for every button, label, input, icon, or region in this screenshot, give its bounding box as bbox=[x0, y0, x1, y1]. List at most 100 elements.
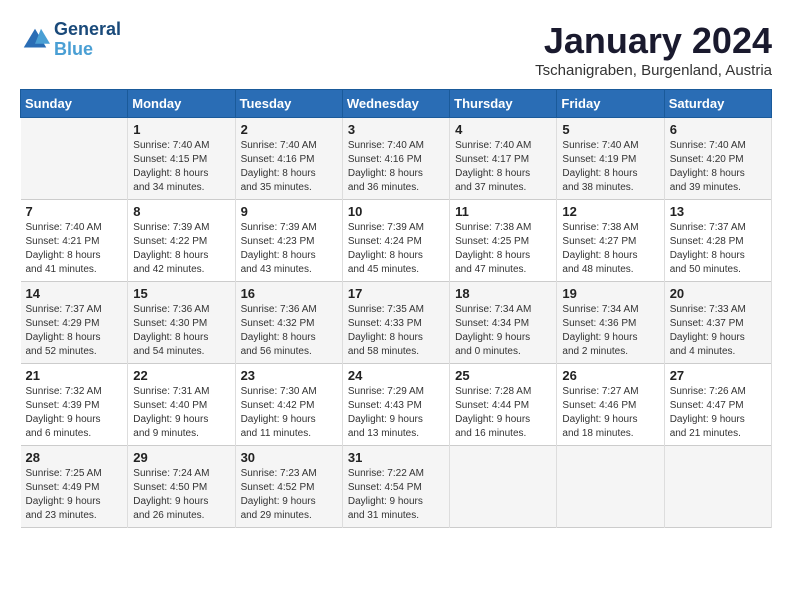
day-content: Sunrise: 7:39 AM Sunset: 4:23 PM Dayligh… bbox=[241, 221, 337, 277]
day-content: Sunrise: 7:36 AM Sunset: 4:30 PM Dayligh… bbox=[133, 303, 229, 359]
day-number: 20 bbox=[670, 286, 766, 301]
day-content: Sunrise: 7:39 AM Sunset: 4:22 PM Dayligh… bbox=[133, 221, 229, 277]
day-number: 29 bbox=[133, 450, 229, 465]
day-number: 2 bbox=[241, 122, 337, 137]
calendar-cell: 15 Sunrise: 7:36 AM Sunset: 4:30 PM Dayli… bbox=[128, 282, 235, 364]
calendar-cell: 12 Sunrise: 7:38 AM Sunset: 4:27 PM Dayli… bbox=[557, 200, 664, 282]
title-block: January 2024 Tschanigraben, Burgenland, … bbox=[535, 20, 772, 79]
calendar-cell: 17Sunrise: 7:35 AM Sunset: 4:33 PM Dayli… bbox=[342, 282, 449, 364]
calendar-cell: 31 Sunrise: 7:22 AM Sunset: 4:54 PM Dayli… bbox=[342, 446, 449, 528]
calendar-week-row-3: 14 Sunrise: 7:37 AM Sunset: 4:29 PM Dayli… bbox=[21, 282, 772, 364]
day-number: 25 bbox=[455, 368, 551, 383]
day-content: Sunrise: 7:27 AM Sunset: 4:46 PM Dayligh… bbox=[562, 385, 658, 441]
day-number: 6 bbox=[670, 122, 766, 137]
day-number: 14 bbox=[26, 286, 123, 301]
calendar-cell: 2 Sunrise: 7:40 AM Sunset: 4:16 PM Daylig… bbox=[235, 118, 342, 200]
weekday-header-saturday: Saturday bbox=[664, 90, 771, 118]
day-number: 16 bbox=[241, 286, 337, 301]
weekday-header-thursday: Thursday bbox=[450, 90, 557, 118]
calendar-cell: 4Sunrise: 7:40 AM Sunset: 4:17 PM Daylig… bbox=[450, 118, 557, 200]
calendar-week-row-5: 28 Sunrise: 7:25 AM Sunset: 4:49 PM Dayli… bbox=[21, 446, 772, 528]
day-content: Sunrise: 7:28 AM Sunset: 4:44 PM Dayligh… bbox=[455, 385, 551, 441]
location-subtitle: Tschanigraben, Burgenland, Austria bbox=[535, 62, 772, 79]
calendar-cell bbox=[664, 446, 771, 528]
calendar-cell: 8 Sunrise: 7:39 AM Sunset: 4:22 PM Daylig… bbox=[128, 200, 235, 282]
day-content: Sunrise: 7:39 AM Sunset: 4:24 PM Dayligh… bbox=[348, 221, 444, 277]
calendar-cell bbox=[450, 446, 557, 528]
calendar-cell: 13 Sunrise: 7:37 AM Sunset: 4:28 PM Dayli… bbox=[664, 200, 771, 282]
month-title: January 2024 bbox=[535, 20, 772, 62]
weekday-header-monday: Monday bbox=[128, 90, 235, 118]
calendar-header: SundayMondayTuesdayWednesdayThursdayFrid… bbox=[21, 90, 772, 118]
calendar-cell: 1Sunrise: 7:40 AM Sunset: 4:15 PM Daylig… bbox=[128, 118, 235, 200]
day-number: 22 bbox=[133, 368, 229, 383]
day-number: 9 bbox=[241, 204, 337, 219]
day-number: 13 bbox=[670, 204, 766, 219]
calendar-cell: 22 Sunrise: 7:31 AM Sunset: 4:40 PM Dayli… bbox=[128, 364, 235, 446]
calendar-cell: 23Sunrise: 7:30 AM Sunset: 4:42 PM Dayli… bbox=[235, 364, 342, 446]
calendar-cell: 19 Sunrise: 7:34 AM Sunset: 4:36 PM Dayli… bbox=[557, 282, 664, 364]
day-content: Sunrise: 7:40 AM Sunset: 4:20 PM Dayligh… bbox=[670, 139, 766, 195]
logo-text-blue: Blue bbox=[54, 40, 121, 60]
day-content: Sunrise: 7:37 AM Sunset: 4:29 PM Dayligh… bbox=[26, 303, 123, 359]
day-number: 5 bbox=[562, 122, 658, 137]
calendar-cell: 26Sunrise: 7:27 AM Sunset: 4:46 PM Dayli… bbox=[557, 364, 664, 446]
weekday-header-friday: Friday bbox=[557, 90, 664, 118]
day-number: 30 bbox=[241, 450, 337, 465]
calendar-cell: 16Sunrise: 7:36 AM Sunset: 4:32 PM Dayli… bbox=[235, 282, 342, 364]
day-content: Sunrise: 7:40 AM Sunset: 4:16 PM Dayligh… bbox=[241, 139, 337, 195]
calendar-cell: 6 Sunrise: 7:40 AM Sunset: 4:20 PM Daylig… bbox=[664, 118, 771, 200]
day-number: 24 bbox=[348, 368, 444, 383]
calendar-cell: 10 Sunrise: 7:39 AM Sunset: 4:24 PM Dayli… bbox=[342, 200, 449, 282]
calendar-cell: 25 Sunrise: 7:28 AM Sunset: 4:44 PM Dayli… bbox=[450, 364, 557, 446]
calendar-cell: 3 Sunrise: 7:40 AM Sunset: 4:16 PM Daylig… bbox=[342, 118, 449, 200]
calendar-cell: 20 Sunrise: 7:33 AM Sunset: 4:37 PM Dayli… bbox=[664, 282, 771, 364]
calendar-cell bbox=[557, 446, 664, 528]
calendar-cell: 24 Sunrise: 7:29 AM Sunset: 4:43 PM Dayli… bbox=[342, 364, 449, 446]
calendar-week-row-2: 7Sunrise: 7:40 AM Sunset: 4:21 PM Daylig… bbox=[21, 200, 772, 282]
day-content: Sunrise: 7:25 AM Sunset: 4:49 PM Dayligh… bbox=[26, 467, 123, 523]
day-content: Sunrise: 7:37 AM Sunset: 4:28 PM Dayligh… bbox=[670, 221, 766, 277]
calendar-cell: 30Sunrise: 7:23 AM Sunset: 4:52 PM Dayli… bbox=[235, 446, 342, 528]
day-content: Sunrise: 7:40 AM Sunset: 4:16 PM Dayligh… bbox=[348, 139, 444, 195]
calendar-cell: 27 Sunrise: 7:26 AM Sunset: 4:47 PM Dayli… bbox=[664, 364, 771, 446]
day-number: 19 bbox=[562, 286, 658, 301]
day-number: 1 bbox=[133, 122, 229, 137]
day-content: Sunrise: 7:31 AM Sunset: 4:40 PM Dayligh… bbox=[133, 385, 229, 441]
day-content: Sunrise: 7:40 AM Sunset: 4:19 PM Dayligh… bbox=[562, 139, 658, 195]
day-content: Sunrise: 7:35 AM Sunset: 4:33 PM Dayligh… bbox=[348, 303, 444, 359]
calendar-cell: 9 Sunrise: 7:39 AM Sunset: 4:23 PM Daylig… bbox=[235, 200, 342, 282]
day-number: 21 bbox=[26, 368, 123, 383]
day-content: Sunrise: 7:33 AM Sunset: 4:37 PM Dayligh… bbox=[670, 303, 766, 359]
day-content: Sunrise: 7:38 AM Sunset: 4:27 PM Dayligh… bbox=[562, 221, 658, 277]
calendar-body: 1Sunrise: 7:40 AM Sunset: 4:15 PM Daylig… bbox=[21, 118, 772, 528]
day-number: 7 bbox=[26, 204, 123, 219]
day-number: 27 bbox=[670, 368, 766, 383]
day-number: 31 bbox=[348, 450, 444, 465]
logo-text-general: General bbox=[54, 20, 121, 40]
weekday-header-row: SundayMondayTuesdayWednesdayThursdayFrid… bbox=[21, 90, 772, 118]
weekday-header-sunday: Sunday bbox=[21, 90, 128, 118]
logo: General Blue bbox=[20, 20, 121, 60]
day-content: Sunrise: 7:34 AM Sunset: 4:34 PM Dayligh… bbox=[455, 303, 551, 359]
day-content: Sunrise: 7:40 AM Sunset: 4:17 PM Dayligh… bbox=[455, 139, 551, 195]
day-number: 12 bbox=[562, 204, 658, 219]
day-number: 28 bbox=[26, 450, 123, 465]
day-number: 15 bbox=[133, 286, 229, 301]
weekday-header-wednesday: Wednesday bbox=[342, 90, 449, 118]
day-content: Sunrise: 7:22 AM Sunset: 4:54 PM Dayligh… bbox=[348, 467, 444, 523]
calendar-cell: 21Sunrise: 7:32 AM Sunset: 4:39 PM Dayli… bbox=[21, 364, 128, 446]
calendar-cell: 5 Sunrise: 7:40 AM Sunset: 4:19 PM Daylig… bbox=[557, 118, 664, 200]
calendar-cell: 7Sunrise: 7:40 AM Sunset: 4:21 PM Daylig… bbox=[21, 200, 128, 282]
day-number: 8 bbox=[133, 204, 229, 219]
day-content: Sunrise: 7:26 AM Sunset: 4:47 PM Dayligh… bbox=[670, 385, 766, 441]
logo-icon bbox=[20, 25, 50, 55]
calendar-cell: 14 Sunrise: 7:37 AM Sunset: 4:29 PM Dayli… bbox=[21, 282, 128, 364]
calendar-cell: 29Sunrise: 7:24 AM Sunset: 4:50 PM Dayli… bbox=[128, 446, 235, 528]
day-number: 10 bbox=[348, 204, 444, 219]
calendar-cell: 28 Sunrise: 7:25 AM Sunset: 4:49 PM Dayli… bbox=[21, 446, 128, 528]
day-content: Sunrise: 7:29 AM Sunset: 4:43 PM Dayligh… bbox=[348, 385, 444, 441]
day-content: Sunrise: 7:34 AM Sunset: 4:36 PM Dayligh… bbox=[562, 303, 658, 359]
day-number: 3 bbox=[348, 122, 444, 137]
calendar-week-row-1: 1Sunrise: 7:40 AM Sunset: 4:15 PM Daylig… bbox=[21, 118, 772, 200]
